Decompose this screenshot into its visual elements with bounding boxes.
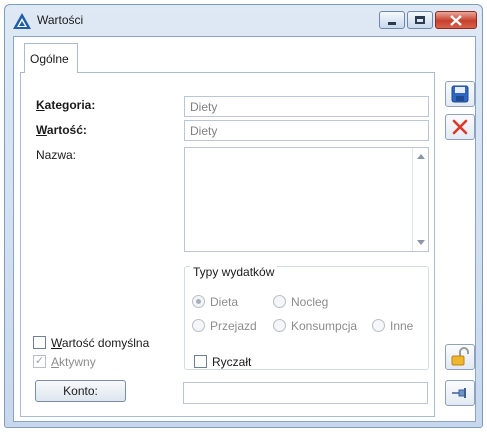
cancel-button[interactable] bbox=[445, 114, 475, 140]
ryczalt-label: Ryczałt bbox=[212, 355, 252, 369]
radio-przejazd-label: Przejazd bbox=[210, 319, 257, 333]
minimize-button[interactable] bbox=[379, 11, 405, 29]
kategoria-field[interactable]: Diety bbox=[184, 96, 429, 117]
dialog-window: Wartości Ogólne Kategoria: Diety Wartość… bbox=[4, 4, 483, 428]
expense-types-title: Typy wydatków bbox=[190, 265, 278, 279]
kategoria-label: Kategoria: bbox=[36, 98, 96, 112]
cancel-x-icon bbox=[452, 119, 468, 135]
nazwa-label: Nazwa: bbox=[36, 148, 77, 162]
title-bar: Wartości bbox=[5, 5, 482, 35]
unlock-button[interactable] bbox=[445, 344, 475, 370]
active-checkbox[interactable]: ✓ bbox=[33, 355, 46, 368]
nazwa-scrollbar[interactable] bbox=[412, 148, 428, 251]
default-value-label: Wartość domyślna bbox=[51, 336, 150, 350]
radio-inne[interactable] bbox=[372, 319, 385, 332]
comarch-triangle-icon bbox=[13, 13, 31, 29]
default-value-checkbox[interactable] bbox=[33, 336, 46, 349]
minimize-icon bbox=[388, 21, 396, 25]
unlock-icon bbox=[451, 347, 469, 366]
radio-konsumpcja-label: Konsumpcja bbox=[291, 319, 358, 333]
close-button[interactable] bbox=[435, 11, 477, 29]
pin-button[interactable] bbox=[445, 380, 475, 406]
radio-inne-label: Inne bbox=[390, 319, 414, 333]
tab-label: Ogólne bbox=[30, 52, 69, 66]
close-icon bbox=[450, 14, 462, 26]
save-icon bbox=[451, 85, 469, 103]
radio-nocleg-label: Nocleg bbox=[291, 295, 329, 309]
konto-button[interactable]: Konto: bbox=[35, 380, 126, 402]
konto-field[interactable] bbox=[183, 382, 428, 404]
ryczalt-checkbox[interactable] bbox=[194, 355, 207, 368]
tab-ogolne[interactable]: Ogólne bbox=[24, 43, 78, 73]
wartosc-label: Wartość: bbox=[36, 123, 87, 137]
restore-button[interactable] bbox=[407, 11, 433, 29]
radio-przejazd[interactable] bbox=[192, 319, 205, 332]
radio-dieta[interactable] bbox=[192, 295, 205, 308]
pin-icon bbox=[452, 388, 466, 398]
save-button[interactable] bbox=[445, 81, 475, 107]
radio-konsumpcja[interactable] bbox=[273, 319, 286, 332]
restore-icon bbox=[415, 16, 425, 24]
scroll-up-icon[interactable] bbox=[417, 154, 425, 159]
active-label: Aktywny bbox=[51, 355, 96, 369]
wartosc-field[interactable]: Diety bbox=[184, 120, 429, 141]
nazwa-textarea[interactable] bbox=[184, 147, 429, 252]
dialog-client-area: Ogólne Kategoria: Diety Wartość: Diety N… bbox=[13, 36, 476, 422]
scroll-down-icon[interactable] bbox=[417, 240, 425, 245]
window-title: Wartości bbox=[37, 13, 84, 27]
radio-dieta-label: Dieta bbox=[210, 295, 239, 309]
radio-nocleg[interactable] bbox=[273, 295, 286, 308]
